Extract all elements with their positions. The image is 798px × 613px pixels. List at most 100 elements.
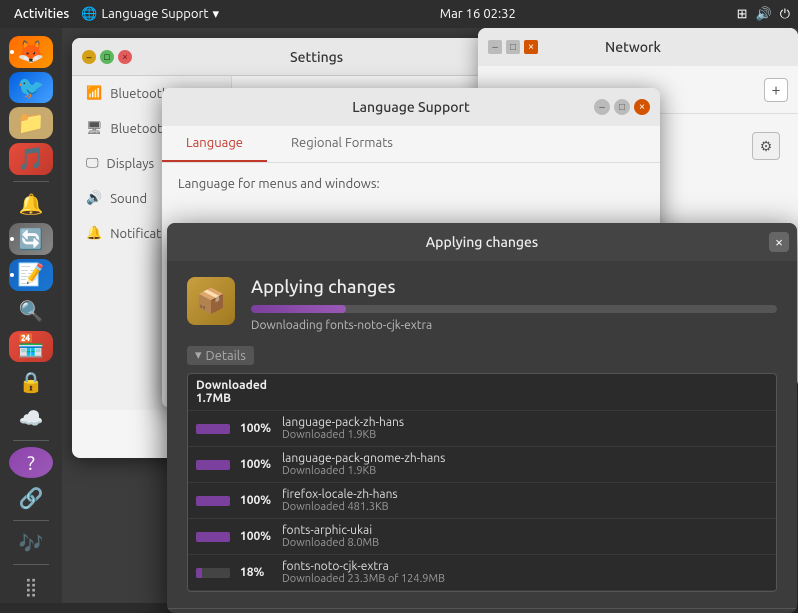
lang-titlebar-btns: – □ ×: [594, 99, 650, 115]
network-minimize[interactable]: –: [488, 40, 502, 54]
detail-item-0: Downloaded 1.7MB: [188, 374, 776, 411]
desktop: – □ × Settings 🔍 ☰ 📶 Bluetooth 🖥 Bluetoo…: [62, 28, 798, 603]
detail-bar-bg-1: [196, 424, 230, 434]
network-close[interactable]: ×: [524, 40, 538, 54]
detail-bar-bg-3: [196, 496, 230, 506]
firefox-icon: 🦊: [17, 39, 44, 65]
applying-titlebar: Applying changes ×: [167, 223, 797, 261]
close-button[interactable]: ×: [118, 50, 132, 64]
detail-name-5: fonts-noto-cjk-extra: [282, 560, 768, 573]
network-status-icon[interactable]: ⊞: [737, 7, 748, 22]
detail-size-3: Downloaded 481.3KB: [282, 501, 768, 513]
dock-writer[interactable]: 📝: [9, 259, 53, 291]
detail-size-5: Downloaded 23.3MB of 124.9MB: [282, 573, 768, 585]
power-icon[interactable]: ⏻: [780, 7, 790, 22]
dock-search[interactable]: 🔍: [9, 295, 53, 327]
detail-item-4: 100% fonts-arphic-ukai Downloaded 8.0MB: [188, 519, 776, 555]
lock-icon: 🔒: [19, 370, 44, 394]
dock-apps[interactable]: ⣿: [9, 571, 53, 603]
taskbar: Activities 🌐 Language Support ▾ Mar 16 0…: [0, 0, 798, 28]
minimize-button[interactable]: –: [82, 50, 96, 64]
display-icon: 🖵: [86, 156, 99, 171]
detail-item-3: 100% firefox-locale-zh-hans Downloaded 4…: [188, 483, 776, 519]
detail-bar-fill-4: [196, 532, 230, 542]
network-gear-button[interactable]: ⚙: [752, 132, 780, 160]
help-icon: ?: [27, 451, 35, 474]
detail-item-5: 18% fonts-noto-cjk-extra Downloaded 23.3…: [188, 555, 776, 591]
update-icon: 🔄: [19, 227, 44, 251]
tab-language[interactable]: Language: [162, 126, 267, 162]
dock-help[interactable]: ?: [9, 447, 53, 479]
lang-close[interactable]: ×: [634, 99, 650, 115]
dock-separator-3: [13, 520, 49, 521]
files-icon: 📁: [17, 110, 44, 136]
network-add-button[interactable]: +: [764, 78, 788, 102]
dropdown-icon: ▾: [213, 7, 220, 22]
taskbar-right: ⊞ 🔊 ⏻: [737, 7, 790, 22]
detail-bar-bg-2: [196, 460, 230, 470]
detail-text-1: language-pack-zh-hans Downloaded 1.9KB: [282, 416, 768, 441]
applying-status: Downloading fonts-noto-cjk-extra: [251, 319, 777, 332]
applying-info: Applying changes Downloading fonts-noto-…: [251, 277, 777, 332]
network-title: Network: [605, 39, 661, 55]
dock: 🦊 🐦 📁 🎵 🔔 🔄 📝 🔍 🏪 🔒 ☁️ ? 🔗 🎶: [0, 28, 62, 603]
apps-icon: ⣿: [24, 577, 37, 598]
details-toggle[interactable]: ▾ Details: [187, 346, 254, 365]
network-titlebar: – □ × Network: [478, 28, 798, 66]
detail-item-2: 100% language-pack-gnome-zh-hans Downloa…: [188, 447, 776, 483]
dock-music[interactable]: 🎶: [9, 527, 53, 559]
detail-size-4: Downloaded 8.0MB: [282, 537, 768, 549]
share-icon: 🔗: [19, 486, 44, 510]
globe-icon: 🌐: [81, 7, 97, 22]
music-icon: 🎶: [19, 531, 44, 555]
detail-pct-0: Downloaded 1.7MB: [196, 379, 238, 405]
detail-pct-2: 100%: [240, 458, 282, 471]
bell-icon: 🔔: [19, 192, 44, 216]
detail-bar-bg-4: [196, 532, 230, 542]
dock-rhythmbox[interactable]: 🎵: [9, 143, 53, 175]
detail-text-4: fonts-arphic-ukai Downloaded 8.0MB: [282, 524, 768, 549]
detail-name-3: firefox-locale-zh-hans: [282, 488, 768, 501]
screen-icon: 🖥: [86, 121, 103, 136]
detail-name-4: fonts-arphic-ukai: [282, 524, 768, 537]
dock-cloud[interactable]: ☁️: [9, 402, 53, 434]
detail-bar-fill-1: [196, 424, 230, 434]
lang-maximize[interactable]: □: [614, 99, 630, 115]
applying-progress-fill: [251, 305, 346, 313]
sound-icon[interactable]: 🔊: [756, 7, 772, 22]
dock-separator-4: [13, 564, 49, 565]
dock-notifications[interactable]: 🔔: [9, 188, 53, 220]
taskbar-app[interactable]: 🌐 Language Support ▾: [81, 7, 219, 22]
thunderbird-icon: 🐦: [17, 75, 44, 101]
lang-minimize[interactable]: –: [594, 99, 610, 115]
dock-share[interactable]: 🔗: [9, 482, 53, 514]
dock-update[interactable]: 🔄: [9, 223, 53, 255]
dock-firefox[interactable]: 🦊: [9, 36, 53, 68]
taskbar-datetime: Mar 16 02:32: [440, 7, 516, 21]
dock-thunderbird[interactable]: 🐦: [9, 72, 53, 104]
detail-pct-4: 100%: [240, 530, 282, 543]
applying-dialog-title: Applying changes: [426, 234, 538, 250]
rhythmbox-icon: 🎵: [17, 146, 44, 172]
writer-icon: 📝: [17, 262, 44, 288]
tab-regional-formats[interactable]: Regional Formats: [267, 126, 417, 162]
detail-bar-fill-5: [196, 568, 202, 578]
dock-appstore[interactable]: 🏪: [9, 331, 53, 363]
lang-body-text: Language for menus and windows:: [178, 177, 380, 191]
applying-close-button[interactable]: ×: [769, 232, 789, 252]
network-maximize[interactable]: □: [506, 40, 520, 54]
dock-separator-2: [13, 440, 49, 441]
taskbar-left: Activities 🌐 Language Support ▾: [8, 5, 219, 23]
activities-button[interactable]: Activities: [8, 5, 75, 23]
settings-title: Settings: [140, 49, 493, 65]
details-chevron-icon: ▾: [195, 348, 202, 363]
detail-name-1: language-pack-zh-hans: [282, 416, 768, 429]
detail-pct-5: 18%: [240, 566, 282, 579]
notif-icon: 🔔: [86, 226, 102, 241]
maximize-button[interactable]: □: [100, 50, 114, 64]
dock-files[interactable]: 📁: [9, 107, 53, 139]
detail-text-5: fonts-noto-cjk-extra Downloaded 23.3MB o…: [282, 560, 768, 585]
dock-lock[interactable]: 🔒: [9, 366, 53, 398]
lang-tabs: Language Regional Formats: [162, 126, 660, 163]
detail-item-1: 100% language-pack-zh-hans Downloaded 1.…: [188, 411, 776, 447]
